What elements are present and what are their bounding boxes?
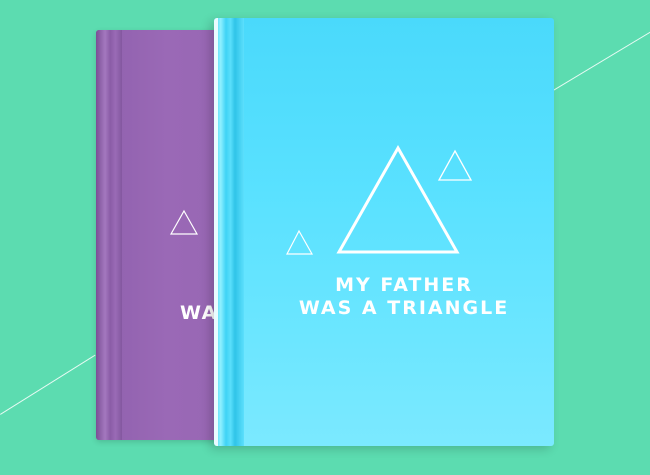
- book-mockup-scene: WA MY FATHER WAS A TRIANGLE: [0, 0, 650, 475]
- background-line-right: [548, 31, 650, 94]
- title-line-1: MY FATHER: [335, 274, 473, 296]
- back-book-spine: [96, 30, 122, 440]
- triangle-outline-icon: [169, 209, 199, 235]
- front-book-spine: [214, 18, 244, 446]
- front-book-spine-highlight: [214, 18, 218, 446]
- small-triangle-outline-icon: [437, 149, 473, 181]
- title-line-2: WAS A TRIANGLE: [298, 297, 510, 319]
- front-book: MY FATHER WAS A TRIANGLE: [214, 18, 554, 446]
- background-line-left: [0, 354, 96, 415]
- back-book-title-fragment: WA: [180, 302, 218, 324]
- tiny-triangle-outline-icon: [286, 229, 314, 255]
- front-book-title: MY FATHER WAS A TRIANGLE: [254, 274, 554, 320]
